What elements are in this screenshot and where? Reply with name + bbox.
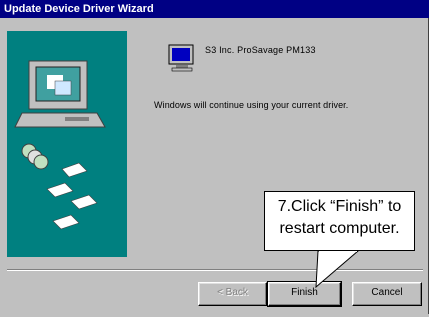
window-title: Update Device Driver Wizard (4, 3, 154, 15)
wizard-message: Windows will continue using your current… (154, 100, 349, 110)
callout-line-2: restart computer. (279, 220, 400, 237)
device-name: S3 Inc. ProSavage PM133 (205, 45, 316, 55)
wizard-window: Update Device Driver Wizard S3 Inc. ProS… (0, 0, 429, 314)
callout-line-1: 7.Click “Finish” to (277, 198, 402, 215)
monitor-icon (168, 44, 194, 72)
window-titlebar[interactable]: Update Device Driver Wizard (0, 0, 429, 18)
computer-illustration-icon (14, 60, 106, 230)
callout-text: 7.Click “Finish” to restart computer. (264, 196, 415, 240)
wizard-side-panel (7, 31, 127, 257)
